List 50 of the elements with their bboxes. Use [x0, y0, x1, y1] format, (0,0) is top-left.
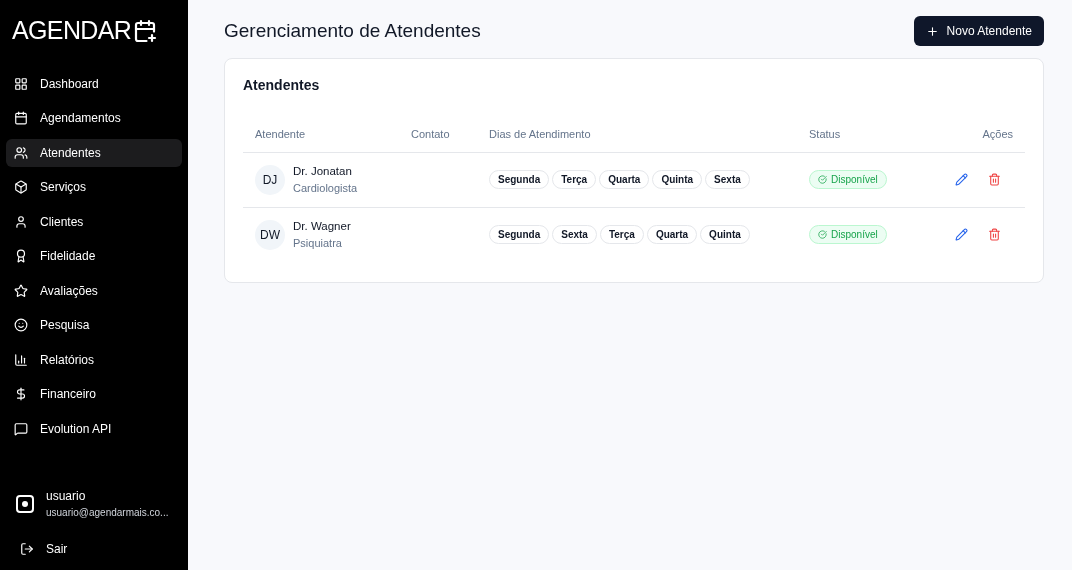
- calendar-plus-icon: [133, 18, 158, 43]
- sidebar-item[interactable]: Atendentes: [6, 138, 182, 167]
- user-avatar: [16, 494, 34, 513]
- award-icon: [14, 249, 28, 263]
- plus-icon: [925, 24, 939, 38]
- sidebar-item[interactable]: Financeiro: [6, 380, 182, 408]
- sidebar-item[interactable]: Clientes: [6, 207, 182, 236]
- logout-icon: [20, 542, 34, 556]
- users-icon: [14, 145, 28, 160]
- dollar-icon: [14, 387, 28, 401]
- status-badge: Disponível: [809, 170, 887, 189]
- sidebar-item[interactable]: Relatórios: [6, 345, 182, 374]
- star-icon: [14, 283, 28, 298]
- bar-chart-icon: [14, 352, 28, 367]
- sidebar-item[interactable]: Pesquisa: [6, 311, 182, 339]
- sidebar-item[interactable]: Fidelidade: [6, 242, 182, 270]
- user-icon: [14, 214, 28, 229]
- column-header: Contato: [399, 116, 477, 152]
- initials-avatar: DJ: [255, 164, 285, 195]
- delete-button[interactable]: [988, 173, 1001, 186]
- delete-button[interactable]: [988, 228, 1001, 242]
- smiley-icon: [14, 318, 28, 332]
- logo-text: AGENDAR: [12, 15, 132, 46]
- sidebar-item[interactable]: Evolution API: [6, 414, 182, 443]
- initials-avatar: DW: [255, 219, 285, 250]
- box-icon: [14, 180, 28, 194]
- status-badge: Disponível: [809, 225, 887, 245]
- sidebar-item[interactable]: Dashboard: [6, 69, 182, 98]
- chat-bubble-icon: [14, 421, 28, 436]
- calendar-icon: [14, 111, 28, 125]
- card-title: Atendentes: [243, 76, 321, 95]
- attendant-specialty: Cardiologista: [293, 180, 358, 196]
- attendant-name: Dr. Jonatan: [293, 163, 353, 179]
- sidebar-item[interactable]: Avaliações: [6, 276, 182, 305]
- edit-button[interactable]: [955, 228, 968, 242]
- new-attendant-button[interactable]: Novo Atendente: [913, 16, 1044, 46]
- column-header: Atendente: [243, 116, 399, 152]
- column-header: Status: [797, 116, 924, 152]
- page-title: Gerenciamento de Atendentes: [224, 18, 481, 43]
- sidebar-item[interactable]: Serviços: [6, 173, 182, 201]
- attendant-specialty: Psiquiatra: [293, 236, 343, 252]
- column-header: Dias de Atendimento: [477, 116, 797, 152]
- user-email: usuario@agendarmais.co...: [46, 506, 169, 520]
- logout-button[interactable]: Sair: [16, 540, 72, 558]
- sidebar-item[interactable]: Agendamentos: [6, 104, 182, 132]
- column-header: Ações: [923, 116, 1025, 152]
- grid-icon: [14, 76, 28, 91]
- user-name: usuario: [46, 488, 87, 505]
- edit-button[interactable]: [955, 173, 968, 186]
- attendant-name: Dr. Wagner: [293, 218, 351, 234]
